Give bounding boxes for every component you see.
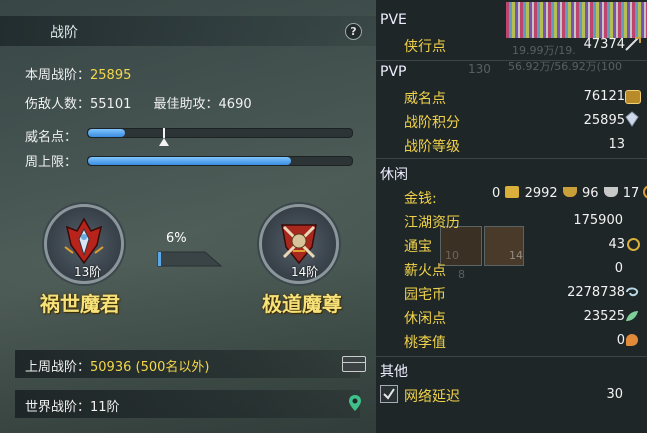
peach-icon — [626, 334, 638, 346]
next-rank-name: 极道魔尊 — [262, 292, 342, 316]
pvp-row-value: 76121 — [583, 89, 625, 104]
injured-label: 伤敌人数： — [25, 97, 91, 112]
prestige-marker-icon — [158, 138, 169, 146]
leisure-row-value: 23525 — [583, 309, 625, 324]
pve-row-label: 侠行点 — [404, 39, 446, 55]
pvp-row-label: 战阶等级 — [404, 139, 460, 155]
checkmark-icon — [383, 388, 395, 400]
leisure-row-label: 园宅币 — [404, 287, 446, 303]
leisure-row-value: 2278738 — [567, 285, 625, 300]
next-rank-tier: 14阶 — [291, 265, 319, 279]
last-week-rank-row: 上周战阶：50936 (500名以外) — [15, 350, 366, 378]
stats-row: 伤敌人数：55101 最佳助攻：4690 — [25, 93, 252, 112]
background-item-thumbnail: 14 — [484, 226, 524, 266]
coin-icon — [627, 238, 640, 251]
prestige-label: 威名点： — [25, 130, 78, 145]
weekly-rank-row: 本周战阶：25895 — [25, 64, 131, 83]
assist-value: 4690 — [218, 97, 252, 112]
leisure-row-label: 薪火点 — [404, 263, 446, 279]
pvp-row-label: 威名点 — [404, 91, 446, 107]
leisure-row-label: 通宝 — [404, 239, 432, 255]
money-label: 金钱: — [404, 191, 437, 207]
background-overlay-text: 130 — [468, 62, 491, 76]
latency-checkbox[interactable] — [380, 385, 398, 403]
latency-label: 网络延迟 — [404, 389, 460, 405]
section-leisure: 休闲 — [380, 167, 408, 183]
leisure-row-value: 43 — [608, 237, 625, 252]
last-week-rank: 上周战阶：50936 (500名以外) — [25, 360, 210, 375]
treasure-chest-icon[interactable] — [342, 356, 366, 372]
money-value-d: 17 — [622, 186, 640, 201]
top-status-strip — [506, 2, 647, 38]
silver-ingot-icon — [603, 187, 618, 197]
panel-title: 战阶 — [50, 25, 78, 41]
world-rank: 世界战阶：11阶 — [25, 400, 120, 415]
section-pvp: PVP — [380, 64, 407, 80]
latency-value: 30 — [606, 387, 623, 402]
weekly-rank-label: 本周战阶： — [25, 68, 91, 83]
help-icon[interactable]: ? — [345, 23, 362, 40]
money-value-c: 96 — [581, 186, 599, 201]
helmet-emblem-icon — [64, 217, 104, 265]
leisure-row-value: 0 — [616, 333, 625, 348]
gold-ingot-icon — [505, 186, 520, 198]
pvp-row-value: 13 — [608, 137, 625, 152]
prestige-bar — [87, 128, 353, 138]
battle-rank-panel: 战阶 ? 本周战阶：25895 伤敌人数：55101 最佳助攻：4690 威名点… — [0, 0, 376, 433]
sword-icon — [625, 37, 641, 51]
weekly-cap-bar — [87, 156, 353, 166]
rank-progress-percent: 6% — [166, 231, 187, 246]
leisure-row-label: 桃李值 — [404, 335, 446, 351]
leisure-row-value: 0 — [614, 261, 623, 276]
section-pve: PVE — [380, 12, 407, 28]
crystal-icon — [625, 111, 639, 127]
location-pin-icon[interactable] — [348, 394, 362, 412]
weekly-cap-label: 周上限： — [25, 155, 78, 170]
currency-panel: 19.99万/19. 56.92万/56.92万(100 130 PVE 侠行点… — [376, 0, 647, 433]
leisure-row-label: 休闲点 — [404, 311, 446, 327]
weekly-rank-value: 25895 — [90, 68, 132, 83]
money-values: 0 2992 96 17 — [492, 185, 647, 207]
current-rank-name: 祸世魔君 — [40, 292, 120, 316]
background-overlay-text: 19.99万/19. — [512, 44, 576, 57]
background-item-thumbnail: 10 — [440, 226, 482, 266]
crossed-swords-emblem-icon — [281, 224, 317, 265]
progress-arrow-icon — [157, 251, 223, 267]
leaf-icon — [626, 311, 638, 321]
money-value-b: 2992 — [524, 186, 558, 201]
assist-label: 最佳助攻： — [153, 97, 219, 112]
section-other: 其他 — [380, 364, 408, 380]
pvp-row-label: 战阶积分 — [404, 115, 460, 131]
copper-coin-icon — [643, 185, 647, 199]
swirl-icon — [626, 287, 639, 297]
prestige-marker-line — [162, 128, 165, 138]
weekly-cap-bar-fill — [88, 157, 292, 165]
gold-coin-icon — [562, 187, 577, 197]
tiger-mask-icon — [625, 90, 641, 104]
money-value-a: 0 — [492, 186, 501, 201]
current-rank-tier: 13阶 — [74, 265, 102, 279]
injured-value: 55101 — [90, 97, 132, 112]
leisure-row-label: 江湖资历 — [404, 215, 460, 231]
leisure-row-value: 175900 — [573, 213, 623, 228]
pve-row-value: 47374 — [583, 37, 625, 52]
panel-header: 战阶 ? — [0, 16, 376, 46]
world-rank-row: 世界战阶：11阶 — [15, 390, 362, 418]
pvp-row-value: 25895 — [583, 113, 625, 128]
prestige-bar-fill — [88, 129, 125, 137]
